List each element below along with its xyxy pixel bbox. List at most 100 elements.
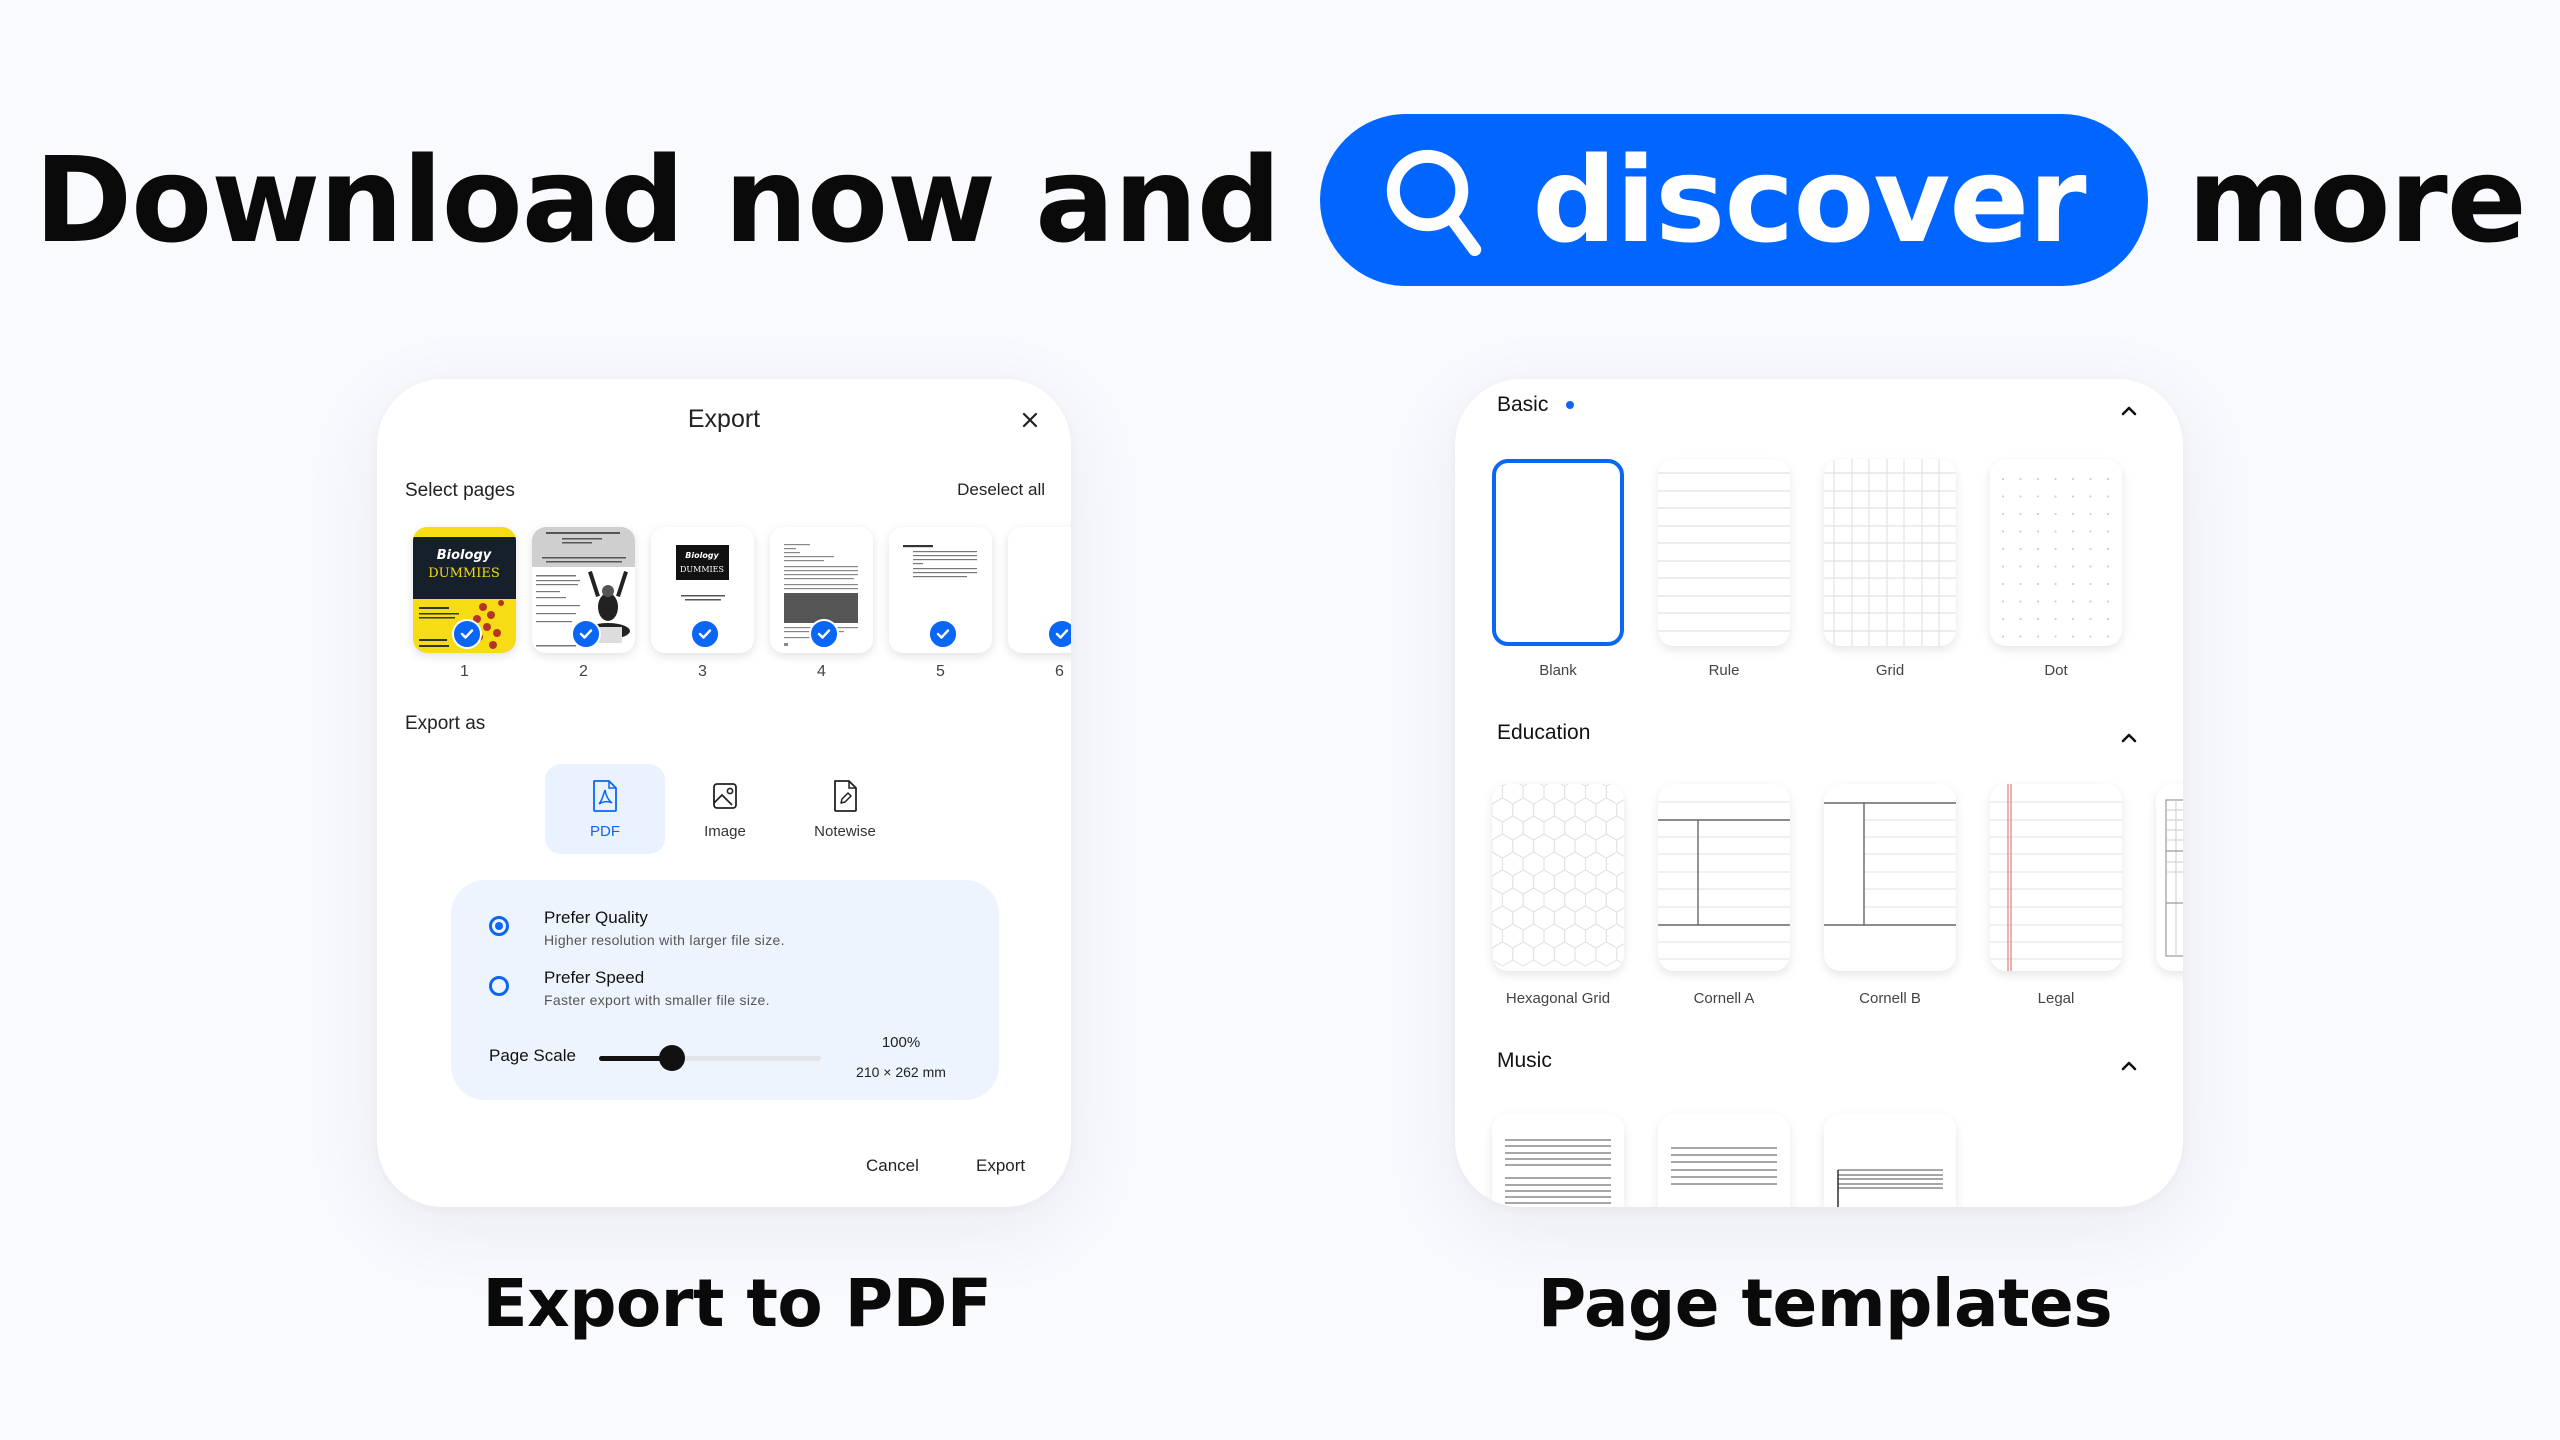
hex-cell [1543,784,1566,805]
chevron-up-icon[interactable] [2119,730,2139,744]
page-scale-value: 100% [881,1034,921,1051]
section-title: Basic [1497,393,1549,416]
dot-mark [2019,600,2022,603]
template-music-single-staff[interactable] [1658,1114,1790,1207]
option-description: Higher resolution with larger file size. [544,932,785,948]
svg-text:DUMMIES: DUMMIES [428,566,500,581]
template-blank[interactable] [1492,459,1624,646]
hex-cell [1492,905,1514,931]
dot-mark [2001,617,2005,621]
engineering-pattern [2165,799,2183,957]
page-thumbnail[interactable] [770,527,873,653]
template-label: Rule [1708,662,1740,679]
page-thumbnail[interactable] [532,527,635,653]
template-engineering[interactable] [2156,784,2183,971]
music-staff-pattern [1505,1139,1611,1204]
hex-cell [1522,923,1545,949]
page-thumbnail[interactable]: Biology DUMMIES [651,527,754,653]
music-staff-pattern [1837,1169,1943,1207]
notewise-file-icon [834,779,857,812]
format-image-button[interactable]: Image [665,764,785,854]
page-thumbnail[interactable] [1008,527,1071,653]
svg-text:DUMMIES: DUMMIES [680,565,724,574]
hex-cell [1574,833,1597,859]
format-notewise-button[interactable]: Notewise [785,764,905,854]
svg-text:Biology: Biology [685,551,719,560]
headline-highlight: discover [1532,131,2086,269]
hex-cell [1543,887,1566,913]
chevron-up-icon[interactable] [2119,1058,2139,1072]
cornell-a-pattern [1658,801,1790,960]
headline: Download now and discover more [0,112,2560,288]
dot-mark [2001,547,2005,551]
template-hexagonal-grid[interactable] [1492,784,1624,971]
radio-selected[interactable] [489,916,509,936]
dot-mark [2071,530,2075,533]
template-music-double-staff[interactable] [1492,1114,1624,1207]
pdf-file-icon [593,779,617,812]
dot-mark [2089,617,2092,621]
dot-mark [2036,617,2040,621]
hex-cell [1585,815,1607,841]
dot-mark [2089,582,2092,586]
template-dot[interactable] [1990,459,2122,646]
template-rule[interactable] [1658,459,1790,646]
option-description: Faster export with smaller file size. [544,992,770,1008]
hex-cell [1622,784,1624,785]
hex-cell [1595,905,1618,931]
export-button[interactable]: Export [976,1156,1025,1176]
cancel-button[interactable]: Cancel [866,1156,919,1176]
dot-mark [2089,547,2092,551]
cornell-b-pattern [1824,802,1956,926]
dot-mark [2036,635,2040,638]
radio-unselected[interactable] [489,976,509,996]
deselect-all-button[interactable]: Deselect all [957,480,1045,500]
hex-cell [1595,833,1618,859]
discover-pill: discover [1320,114,2148,286]
template-music-brace-staff[interactable] [1824,1114,1956,1207]
dot-mark [2054,600,2057,603]
slider-handle[interactable] [659,1045,686,1071]
template-label: Grid [1875,662,1905,679]
template-cornell-a[interactable] [1658,784,1790,971]
dot-mark [2036,495,2040,498]
hex-cell [1501,851,1524,877]
hex-cell [1585,887,1607,913]
page-thumbnail[interactable] [889,527,992,653]
hex-cell [1533,869,1555,895]
option-title: Prefer Quality [544,908,648,927]
checkmark-icon [928,619,958,649]
dot-mark [2001,582,2005,586]
page-scale-slider[interactable] [599,1045,821,1071]
hex-cell [1492,833,1514,859]
hex-cell [1605,851,1624,877]
dot-mark [2089,512,2092,516]
hex-cell [1616,943,1624,965]
format-pdf-button[interactable]: PDF [545,764,665,854]
dot-mark [2106,582,2110,586]
template-grid[interactable] [1824,459,1956,646]
page-number: 4 [817,663,826,680]
dot-mark [2054,477,2057,481]
export-dialog: Export Select pages Deselect all Biology… [377,379,1071,1207]
close-icon[interactable] [1015,405,1045,435]
page-thumbnail[interactable]: Biology DUMMIES [413,527,516,653]
music-staff-pattern [1671,1147,1777,1185]
dot-mark [2089,530,2092,533]
hex-cell [1512,797,1535,823]
dot-mark [2036,530,2040,533]
hex-cell [1533,797,1555,823]
template-legal[interactable] [1990,784,2122,971]
section-title: Education [1497,721,1591,744]
dot-mark [2071,547,2075,551]
checkmark-icon [452,619,482,649]
caption-page-templates: Page templates [1537,1265,2113,1342]
caption-export-to-pdf: Export to PDF [482,1265,992,1342]
hex-cell [1553,833,1576,859]
dot-mark [2036,512,2040,516]
page-number: 6 [1055,663,1064,680]
template-cornell-b[interactable] [1824,784,1956,971]
chevron-up-icon[interactable] [2119,403,2139,417]
hex-cell [1492,797,1514,823]
dot-mark [2106,635,2110,638]
